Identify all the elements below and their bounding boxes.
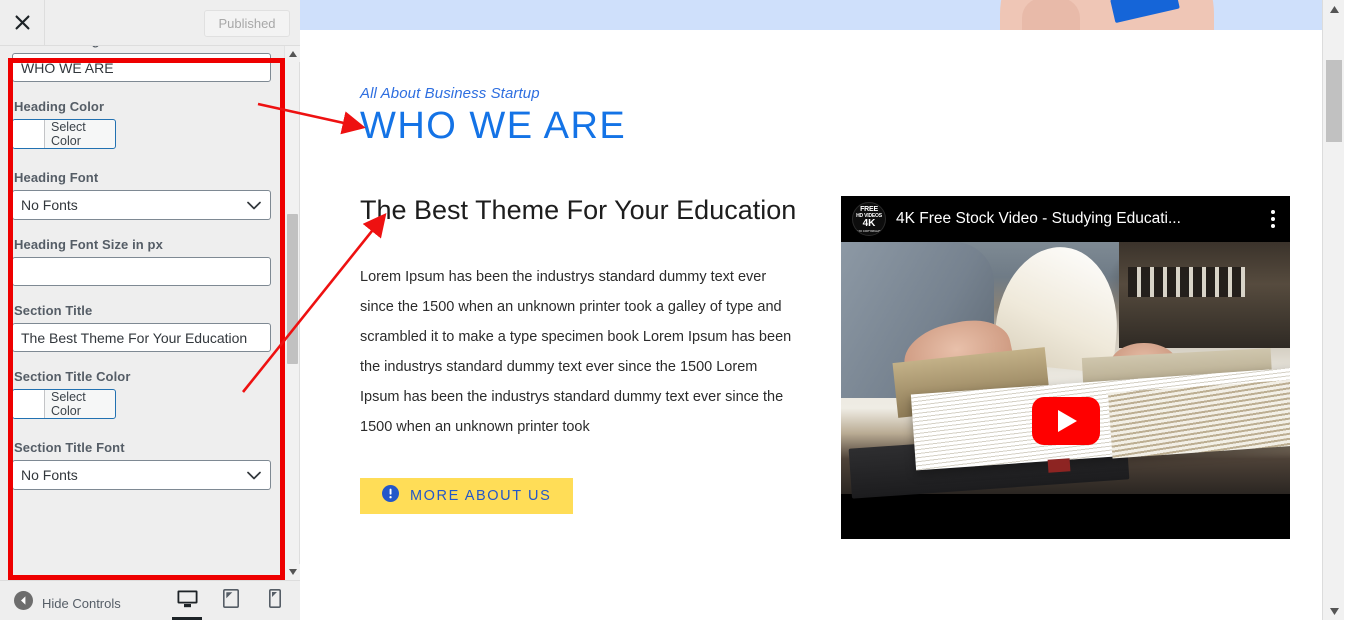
scroll-down-arrow-icon[interactable] bbox=[1323, 602, 1344, 620]
control-label-heading-font-size: Heading Font Size in px bbox=[14, 237, 163, 252]
more-about-us-button[interactable]: MORE ABOUT US bbox=[360, 478, 574, 514]
control-section-title-color: Section Title Color Select Color bbox=[12, 363, 273, 423]
preview-body-text: Lorem Ipsum has been the industrys stand… bbox=[360, 269, 792, 435]
control-label-section-title: Section Title bbox=[14, 303, 93, 318]
close-x-icon[interactable] bbox=[0, 0, 45, 45]
video-channel-avatar[interactable]: FREE HD VIDEOS 4K NO COPYRIGHT bbox=[852, 202, 886, 236]
section-title-color-picker[interactable]: Select Color bbox=[12, 389, 116, 419]
preview-main-heading: WHO WE ARE bbox=[360, 105, 627, 147]
control-section-title-font: Section Title Font No Fonts bbox=[12, 434, 273, 490]
hero-person-image bbox=[1000, 0, 1214, 30]
info-circle-icon bbox=[382, 485, 399, 507]
preview-scrollbar[interactable] bbox=[1322, 0, 1344, 620]
customizer-controls-list: Main Heading WHO WE ARE Heading Color Se… bbox=[0, 46, 285, 501]
kebab-menu-icon[interactable] bbox=[1256, 196, 1290, 242]
heading-font-value: No Fonts bbox=[21, 197, 78, 213]
control-label-main-heading: Main Heading bbox=[12, 46, 273, 53]
video-top-bar: FREE HD VIDEOS 4K NO COPYRIGHT 4K Free S… bbox=[841, 196, 1290, 242]
published-button[interactable]: Published bbox=[204, 10, 290, 37]
video-thumbnail bbox=[841, 241, 1290, 510]
preview-eyebrow-text: All About Business Startup bbox=[360, 85, 540, 102]
hero-banner-strip bbox=[300, 0, 1344, 30]
youtube-video-embed[interactable]: FREE HD VIDEOS 4K NO COPYRIGHT 4K Free S… bbox=[841, 196, 1290, 539]
site-preview-frame[interactable]: All About Business Startup WHO WE ARE Th… bbox=[300, 0, 1344, 620]
control-label-section-title-font: Section Title Font bbox=[14, 440, 125, 455]
customizer-scroll-up-icon[interactable] bbox=[285, 46, 300, 62]
control-label-heading-color: Heading Color bbox=[14, 99, 105, 114]
control-main-heading: Main Heading WHO WE ARE bbox=[12, 46, 273, 82]
customizer-header: Published bbox=[0, 0, 300, 46]
customizer-footer: Hide Controls bbox=[0, 580, 300, 620]
device-preview-buttons bbox=[172, 581, 286, 620]
scroll-up-arrow-icon[interactable] bbox=[1323, 0, 1344, 18]
device-desktop-button[interactable] bbox=[172, 581, 202, 620]
customizer-scroll-down-icon[interactable] bbox=[285, 564, 300, 580]
desktop-icon bbox=[177, 590, 198, 613]
chevron-down-icon bbox=[247, 467, 261, 483]
device-mobile-button[interactable] bbox=[264, 581, 286, 620]
section-title-select-color-label: Select Color bbox=[51, 390, 86, 418]
mobile-icon bbox=[269, 589, 281, 613]
control-label-heading-font: Heading Font bbox=[14, 170, 99, 185]
control-section-title: Section Title The Best Theme For Your Ed… bbox=[12, 297, 273, 352]
badge-line-4: NO COPYRIGHT bbox=[857, 228, 881, 233]
preview-section-title: The Best Theme For Your Education bbox=[360, 195, 797, 225]
heading-select-color-label: Select Color bbox=[51, 120, 86, 148]
control-label-section-title-color: Section Title Color bbox=[14, 369, 131, 384]
heading-color-swatch bbox=[13, 120, 45, 148]
customizer-scrollbar[interactable] bbox=[284, 46, 300, 580]
heading-font-size-input[interactable] bbox=[12, 257, 271, 286]
heading-color-picker[interactable]: Select Color bbox=[12, 119, 116, 149]
section-title-font-select[interactable]: No Fonts bbox=[12, 460, 271, 490]
chevron-left-circle-icon bbox=[14, 591, 33, 615]
more-about-us-label: MORE ABOUT US bbox=[410, 488, 552, 504]
tablet-icon bbox=[223, 589, 239, 613]
badge-line-3: 4K bbox=[862, 217, 876, 229]
chevron-down-icon bbox=[247, 197, 261, 213]
youtube-play-icon[interactable] bbox=[1031, 397, 1100, 445]
device-tablet-button[interactable] bbox=[220, 581, 242, 620]
preview-scrollbar-thumb[interactable] bbox=[1326, 60, 1342, 142]
control-heading-color: Heading Color Select Color bbox=[12, 93, 273, 153]
control-heading-font-size: Heading Font Size in px bbox=[12, 231, 273, 286]
hide-controls-label: Hide Controls bbox=[42, 595, 121, 611]
customizer-sidebar: Published Main Heading WHO WE ARE Headin… bbox=[0, 0, 300, 620]
badge-line-1: FREE bbox=[860, 205, 878, 213]
video-title[interactable]: 4K Free Stock Video - Studying Educati..… bbox=[896, 210, 1256, 228]
customizer-screen: All About Business Startup WHO WE ARE Th… bbox=[0, 0, 1366, 620]
main-heading-input[interactable]: WHO WE ARE bbox=[12, 53, 271, 82]
heading-font-select[interactable]: No Fonts bbox=[12, 190, 271, 220]
customizer-scrollbar-thumb[interactable] bbox=[287, 214, 298, 364]
section-title-font-value: No Fonts bbox=[21, 467, 78, 483]
customizer-controls-pane: Main Heading WHO WE ARE Heading Color Se… bbox=[0, 46, 285, 580]
section-title-color-swatch bbox=[13, 390, 45, 418]
section-title-input[interactable]: The Best Theme For Your Education bbox=[12, 323, 271, 352]
control-heading-font: Heading Font No Fonts bbox=[12, 164, 273, 220]
hide-controls-button[interactable]: Hide Controls bbox=[14, 591, 121, 615]
